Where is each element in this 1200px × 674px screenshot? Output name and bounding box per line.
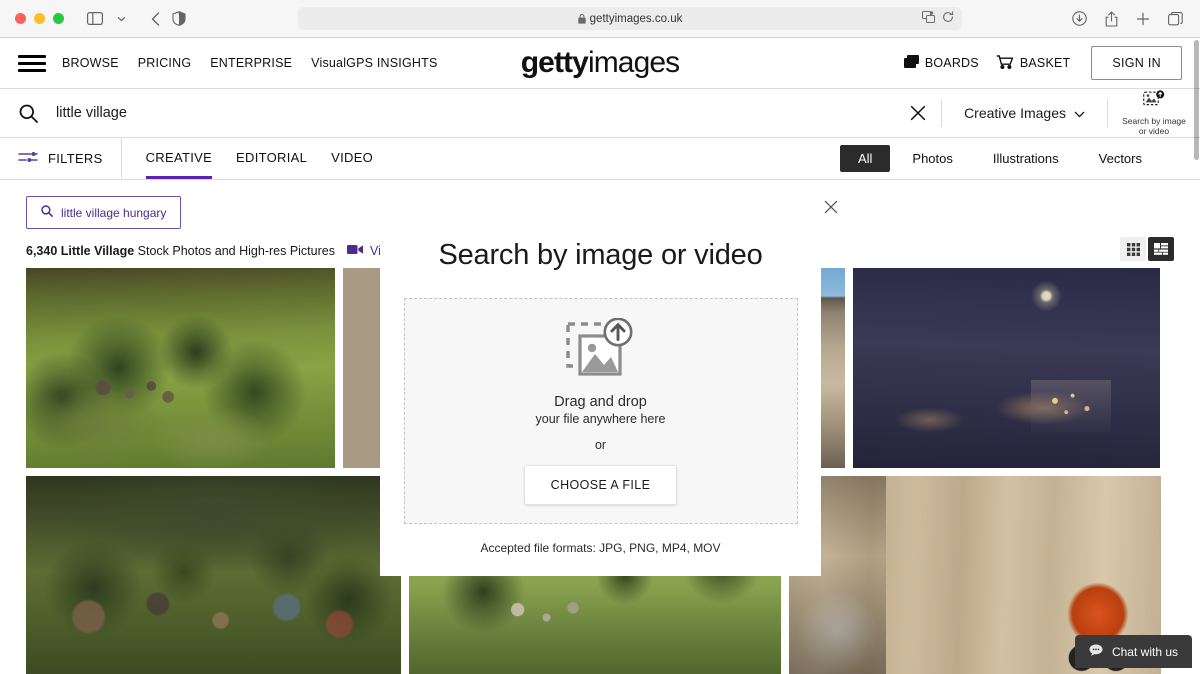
suggestion-chip-label: little village hungary xyxy=(61,205,167,220)
page-scrollbar[interactable] xyxy=(1193,38,1200,674)
browser-toolbar: gettyimages.co.uk xyxy=(0,0,1200,38)
tab-overview-icon[interactable] xyxy=(1162,6,1188,32)
gettyimages-logo[interactable]: gettyimages xyxy=(521,46,680,80)
content-type-tabs: All Photos Illustrations Vectors xyxy=(839,145,1200,172)
search-by-image-icon xyxy=(1143,90,1165,114)
site-header: BROWSE PRICING ENTERPRISE VisualGPS INSI… xyxy=(0,38,1200,88)
nav-item-browse[interactable]: BROWSE xyxy=(62,56,119,70)
boards-icon xyxy=(903,55,919,71)
chevron-down-icon[interactable] xyxy=(108,6,134,32)
collection-dropdown[interactable]: Creative Images xyxy=(942,105,1107,121)
search-icon xyxy=(41,205,53,220)
type-tab-all[interactable]: All xyxy=(839,145,891,172)
suggestion-chip-little-village-hungary[interactable]: little village hungary xyxy=(26,196,182,229)
accepted-formats-text: Accepted file formats: JPG, PNG, MP4, MO… xyxy=(480,541,721,555)
chat-label: Chat with us xyxy=(1111,644,1178,659)
dropzone-or-text: or xyxy=(594,437,607,452)
chat-with-us-button[interactable]: Chat with us xyxy=(1074,635,1192,668)
search-by-image-line2: or video xyxy=(1138,126,1170,136)
search-input[interactable] xyxy=(56,105,896,121)
filters-button[interactable]: FILTERS xyxy=(0,138,122,179)
video-camera-icon xyxy=(346,244,363,258)
page-content: BROWSE PRICING ENTERPRISE VisualGPS INSI… xyxy=(0,38,1200,674)
window-traffic-lights xyxy=(15,13,64,24)
search-by-image-button[interactable]: Search by image or video xyxy=(1108,90,1200,136)
type-tab-photos[interactable]: Photos xyxy=(894,145,970,172)
mosaic-view-icon[interactable] xyxy=(1148,237,1174,261)
lock-icon xyxy=(577,13,586,24)
result-count-suffix: Stock Photos and High-res Pictures xyxy=(137,244,335,258)
category-tabs: CREATIVE EDITORIAL VIDEO xyxy=(145,138,374,179)
address-bar[interactable]: gettyimages.co.uk xyxy=(298,7,962,30)
collection-label: Creative Images xyxy=(964,105,1066,121)
sidebar-icon[interactable] xyxy=(82,6,108,32)
result-count-text: 6,340 Little Village Stock Photos and Hi… xyxy=(26,244,335,258)
nav-item-pricing[interactable]: PRICING xyxy=(138,56,192,70)
filter-bar: FILTERS CREATIVE EDITORIAL VIDEO All Pho… xyxy=(0,138,1200,180)
chevron-down-icon xyxy=(1074,105,1085,121)
logo-images: images xyxy=(587,46,680,79)
reload-icon[interactable] xyxy=(942,11,954,26)
back-arrow-icon[interactable] xyxy=(142,6,168,32)
translate-icon[interactable] xyxy=(922,11,935,26)
result-count-number: 6,340 xyxy=(26,244,58,258)
grid-view-icon[interactable] xyxy=(1120,237,1146,261)
image-upload-icon xyxy=(565,317,636,380)
search-by-image-modal: Search by image or video Drag and drop y… xyxy=(380,211,821,576)
downloads-icon[interactable] xyxy=(1066,6,1092,32)
modal-title: Search by image or video xyxy=(438,239,763,271)
header-actions: BOARDS BASKET SIGN IN xyxy=(903,46,1182,80)
nav-item-visualgps-insights[interactable]: VisualGPS INSIGHTS xyxy=(311,56,437,70)
choose-a-file-button[interactable]: CHOOSE A FILE xyxy=(523,464,678,505)
result-tile-tilt-shift-mountain-village[interactable] xyxy=(26,476,401,674)
basket-button[interactable]: BASKET xyxy=(996,54,1071,72)
view-mode-toggles xyxy=(1120,237,1174,261)
result-tile-night-village-moon[interactable] xyxy=(853,268,1160,468)
search-icon xyxy=(0,104,56,123)
nav-item-enterprise[interactable]: ENTERPRISE xyxy=(210,56,292,70)
clear-search-icon[interactable] xyxy=(895,105,941,121)
address-bar-text: gettyimages.co.uk xyxy=(589,12,683,25)
result-tile-aerial-green-valley-village[interactable] xyxy=(26,268,335,468)
basket-label: BASKET xyxy=(1019,56,1071,70)
scrollbar-thumb[interactable] xyxy=(1194,40,1199,160)
tab-creative[interactable]: CREATIVE xyxy=(145,138,213,179)
share-icon[interactable] xyxy=(1098,6,1124,32)
maximize-window-button[interactable] xyxy=(53,13,64,24)
chat-bubble-icon xyxy=(1089,644,1103,659)
boards-button[interactable]: BOARDS xyxy=(903,55,979,71)
privacy-shield-icon[interactable] xyxy=(166,6,192,32)
dropzone-sub-text: your file anywhere here xyxy=(535,411,666,426)
filters-label: FILTERS xyxy=(48,151,103,166)
cart-icon xyxy=(996,54,1014,72)
sliders-icon xyxy=(18,150,38,167)
type-tab-vectors[interactable]: Vectors xyxy=(1081,145,1160,172)
type-tab-illustrations[interactable]: Illustrations xyxy=(975,145,1077,172)
file-dropzone[interactable]: Drag and drop your file anywhere here or… xyxy=(403,298,798,524)
sign-in-button[interactable]: SIGN IN xyxy=(1091,46,1182,80)
close-window-button[interactable] xyxy=(15,13,26,24)
search-by-image-line1: Search by image xyxy=(1122,115,1186,126)
boards-label: BOARDS xyxy=(924,56,979,70)
tab-video[interactable]: VIDEO xyxy=(331,138,373,179)
result-count-term: Little Village xyxy=(60,244,135,258)
hamburger-menu-icon[interactable] xyxy=(18,54,46,72)
logo-getty: getty xyxy=(520,46,589,79)
primary-nav: BROWSE PRICING ENTERPRISE VisualGPS INSI… xyxy=(62,56,437,70)
new-tab-plus-icon[interactable] xyxy=(1130,6,1156,32)
tab-editorial[interactable]: EDITORIAL xyxy=(236,138,307,179)
close-icon[interactable] xyxy=(820,196,842,218)
dropzone-main-text: Drag and drop xyxy=(554,393,647,410)
minimize-window-button[interactable] xyxy=(34,13,45,24)
search-bar: Creative Images Search by image xyxy=(0,88,1200,138)
